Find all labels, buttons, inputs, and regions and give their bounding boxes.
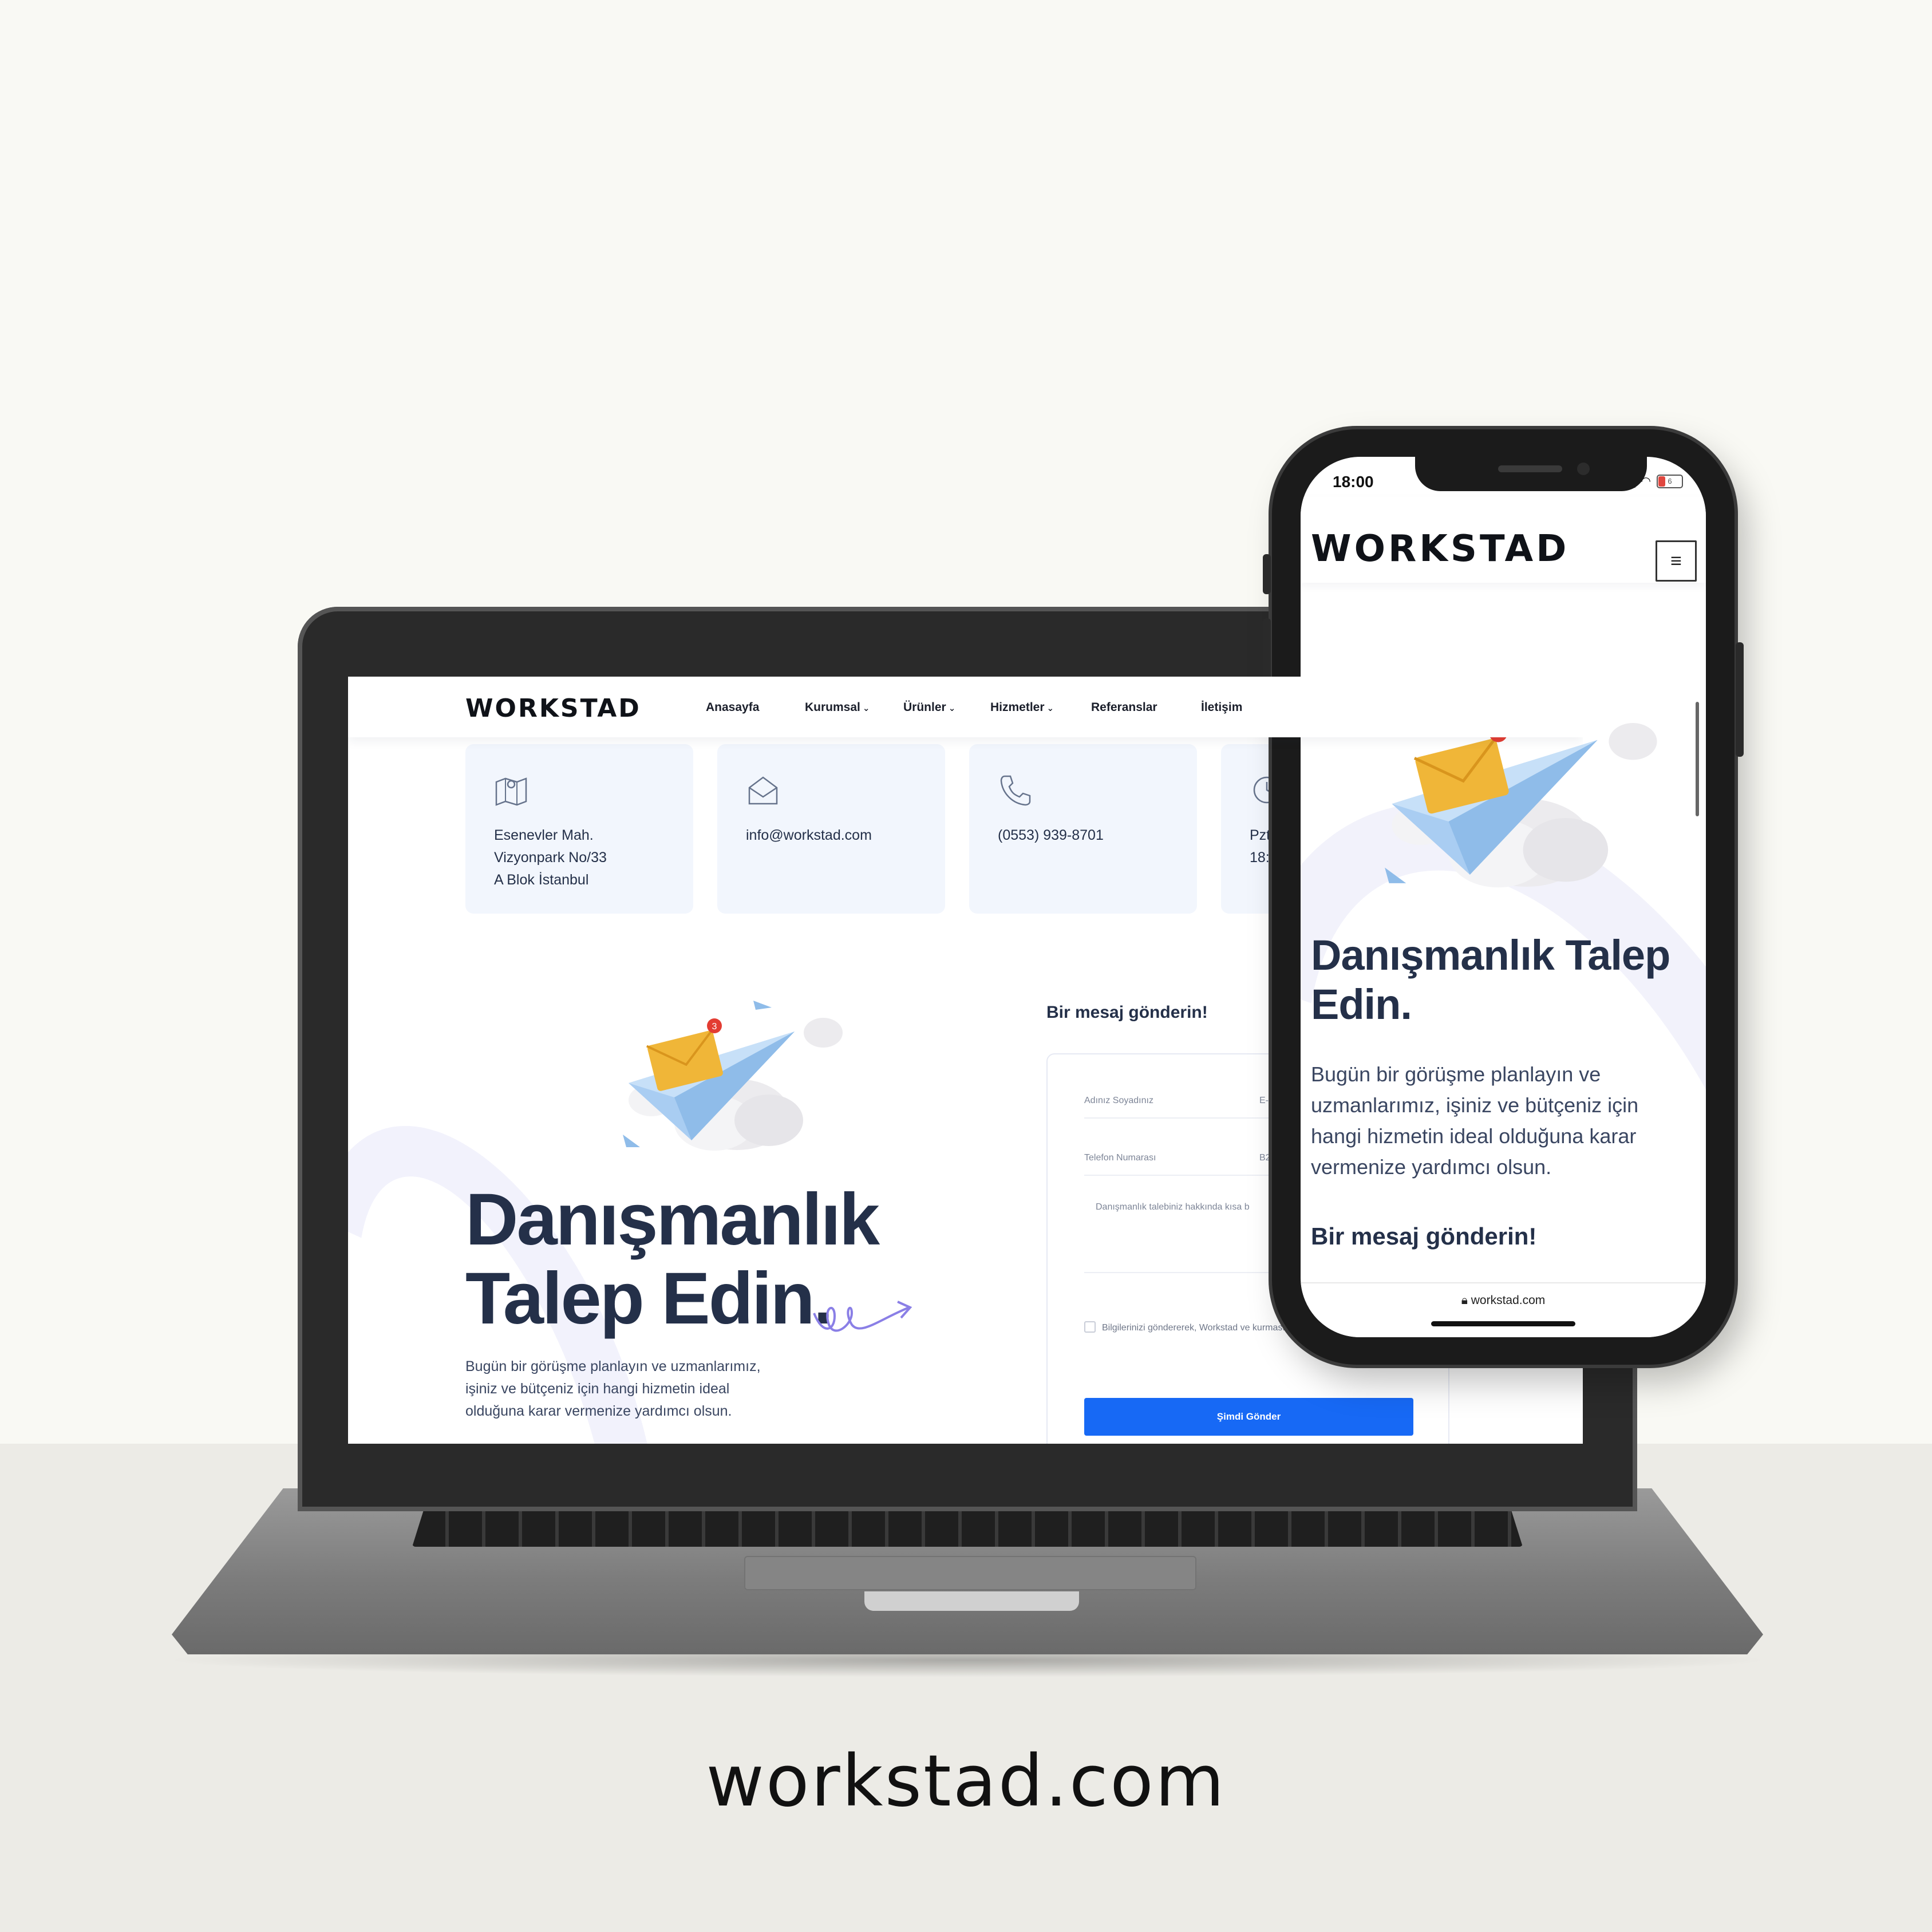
site-logo[interactable]: WORKSTAD (465, 694, 641, 723)
email-text: info@workstad.com (746, 827, 872, 843)
scrollbar[interactable] (1696, 702, 1699, 816)
email-card[interactable]: info@workstad.com (717, 744, 945, 914)
phone-number-text: (0553) 939-8701 (998, 827, 1104, 843)
notification-badge-count: 3 (712, 1022, 717, 1032)
phone-side-button (1736, 642, 1744, 757)
laptop-trackpad (744, 1556, 1196, 1590)
squiggle-arrow-icon (813, 1301, 912, 1332)
phone-card[interactable]: (0553) 939-8701 (969, 744, 1197, 914)
camera-icon (1577, 463, 1590, 475)
nav-label: Referanslar (1091, 701, 1157, 714)
nav-label: Anasayfa (706, 701, 760, 714)
laptop-keyboard (412, 1511, 1523, 1547)
url-text: workstad.com (1471, 1294, 1546, 1307)
map-icon (495, 777, 527, 806)
brand-caption: workstad.com (706, 1740, 1226, 1823)
nav-hizmetler[interactable]: Hizmetler ⌄ (990, 701, 1054, 714)
name-field[interactable]: Adınız Soyadınız (1084, 1096, 1153, 1106)
phone-icon (1000, 775, 1031, 806)
hours-text: Pzt 18:( (1250, 827, 1275, 866)
chevron-down-icon: ⌄ (948, 704, 956, 713)
hero-subtitle: Bugün bir görüşme planlayın ve uzmanları… (465, 1358, 761, 1419)
browser-address-bar[interactable]: 🔒︎ workstad.com (1301, 1282, 1706, 1337)
hero-title: Danışmanlık Talep Edin. (1311, 931, 1670, 1028)
nav-label: Hizmetler (990, 701, 1045, 714)
submit-button[interactable]: Şimdi Gönder (1084, 1398, 1413, 1436)
form-title: Bir mesaj gönderin! (1046, 1003, 1208, 1022)
site-header: WORKSTAD Anasayfa Kurumsal ⌄ Ürünler ⌄ Hiz… (348, 677, 1583, 737)
chevron-down-icon: ⌄ (862, 704, 870, 713)
battery-icon: 6 (1657, 474, 1683, 488)
phone-field[interactable]: Telefon Numarası (1084, 1153, 1156, 1163)
nav-kurumsal[interactable]: Kurumsal ⌄ (805, 701, 870, 714)
chevron-down-icon: ⌄ (1046, 704, 1054, 713)
form-title: Bir mesaj gönderin! (1311, 1223, 1537, 1250)
phone-notch (1415, 457, 1647, 491)
address-bar-url: 🔒︎ workstad.com (1301, 1294, 1706, 1307)
nav-referanslar[interactable]: Referanslar (1091, 701, 1157, 714)
lock-icon: 🔒︎ (1461, 1294, 1471, 1307)
site-logo[interactable]: WORKSTAD (1311, 528, 1569, 570)
mobile-header: WORKSTAD ≡ (1301, 497, 1706, 583)
nav-anasayfa[interactable]: Anasayfa (706, 701, 759, 714)
phone-mockup: 18:00 ▂▄▆ ◠ 6 WORKSTAD ≡ 3 (1263, 429, 1744, 1365)
nav-label: Kurumsal (805, 701, 860, 714)
nav-label: Ürünler (903, 701, 946, 714)
hero-subtitle: Bugün bir görüşme planlayın ve uzmanları… (1311, 1062, 1639, 1179)
envelope-icon (748, 776, 778, 805)
status-time: 18:00 (1333, 473, 1374, 491)
consent-checkbox[interactable] (1084, 1321, 1096, 1333)
phone-side-button (1263, 554, 1271, 594)
home-indicator[interactable] (1431, 1321, 1575, 1326)
company-field[interactable]: B2 (1259, 1153, 1271, 1163)
nav-label: İletişim (1201, 701, 1243, 714)
nav-iletisim[interactable]: İletişim (1201, 701, 1242, 714)
laptop-lid-notch (864, 1591, 1079, 1611)
message-textarea[interactable]: Danışmanlık talebiniz hakkında kısa b (1096, 1202, 1250, 1212)
mobile-website: 18:00 ▂▄▆ ◠ 6 WORKSTAD ≡ 3 (1301, 457, 1706, 1337)
hamburger-menu-icon[interactable]: ≡ (1656, 540, 1697, 582)
address-text: Esenevler Mah. Vizyonpark No/33 A Blok İ… (494, 827, 607, 888)
paper-plane-mail-illustration: 3 (623, 1001, 843, 1151)
nav-urunler[interactable]: Ürünler ⌄ (903, 701, 955, 714)
address-card: Esenevler Mah. Vizyonpark No/33 A Blok İ… (465, 744, 693, 914)
phone-speaker (1498, 465, 1562, 472)
